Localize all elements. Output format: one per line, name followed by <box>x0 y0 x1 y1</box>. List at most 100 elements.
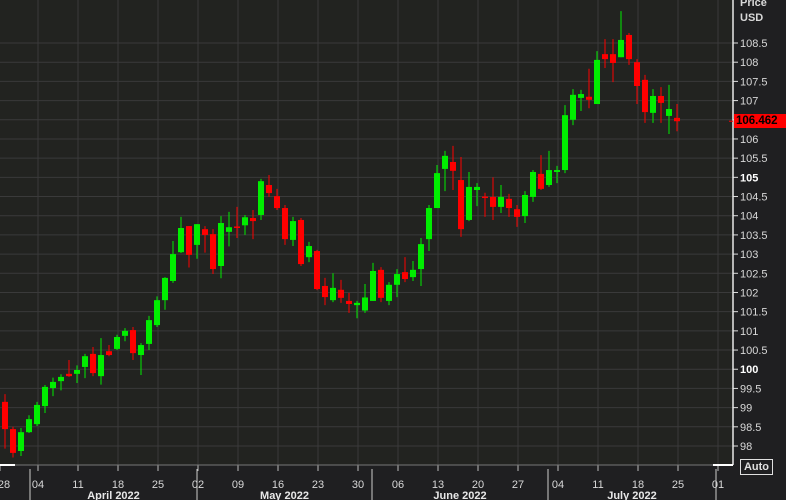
candle-body <box>386 284 392 301</box>
candle-body <box>90 353 96 374</box>
y-tick-label: 103 <box>740 249 758 261</box>
candle-body <box>370 270 376 301</box>
y-tick-label: 98.5 <box>740 422 761 434</box>
candle-body <box>442 155 448 169</box>
candle-body <box>122 330 128 336</box>
y-tick-label: 108 <box>740 57 758 69</box>
candle-body <box>330 287 336 301</box>
candle-body <box>322 285 328 298</box>
candle-body <box>226 227 232 232</box>
y-tick-label: 107.5 <box>740 76 768 88</box>
candle-body <box>10 429 16 453</box>
candle-body <box>378 269 384 298</box>
y-tick-label: 101 <box>740 326 758 338</box>
candle-up <box>114 334 120 351</box>
candle-body <box>554 170 560 172</box>
last-price-tag: 106.462 <box>734 114 786 128</box>
candle-body <box>562 115 568 171</box>
x-tick-label: 04 <box>32 479 44 491</box>
candle-body <box>594 59 600 105</box>
candle-body <box>658 95 664 103</box>
candle-body <box>146 320 152 344</box>
candle-body <box>674 117 680 122</box>
candle-down <box>282 204 288 245</box>
candle-body <box>514 209 520 217</box>
candle-body <box>26 419 32 433</box>
candle-down <box>298 218 304 266</box>
x-tick-label: 04 <box>552 479 564 491</box>
candle-body <box>114 337 120 349</box>
x-tick-label: 01 <box>712 479 724 491</box>
y-tick-label: 99.5 <box>740 383 761 395</box>
candle-body <box>522 194 528 217</box>
candle-body <box>610 54 616 63</box>
candle-body <box>202 229 208 235</box>
candle-body <box>354 302 360 306</box>
y-tick-label: 100.5 <box>740 345 768 357</box>
axis-title-line2: USD <box>740 12 764 24</box>
candle-body <box>154 300 160 326</box>
y-tick-label: 106 <box>740 134 758 146</box>
candle-body <box>666 109 672 116</box>
candle-body <box>66 373 72 377</box>
price-axis-title: Price USD <box>740 0 767 26</box>
candle-body <box>130 330 136 354</box>
x-tick-label: 09 <box>232 479 244 491</box>
candle-body <box>306 246 312 258</box>
candle-body <box>282 208 288 240</box>
y-tick-label: 104.5 <box>740 192 768 204</box>
y-tick-label: 102 <box>740 287 758 299</box>
candle-body <box>402 272 408 280</box>
candle-body <box>162 277 168 301</box>
candle-body <box>618 39 624 58</box>
candle-body <box>138 345 144 356</box>
candle-body <box>634 62 640 86</box>
y-tick-label: 101.5 <box>740 307 768 319</box>
candle-body <box>2 401 8 430</box>
y-tick-label: 108.5 <box>740 38 768 50</box>
candle-body <box>242 217 248 226</box>
candle-body <box>458 180 464 230</box>
y-tick-label: 107 <box>740 96 758 108</box>
candle-body <box>546 170 552 186</box>
candle-body <box>642 79 648 113</box>
candle-body <box>418 244 424 270</box>
candle-body <box>170 254 176 281</box>
candle-body <box>506 198 512 209</box>
month-label: April 2022 <box>87 490 140 500</box>
candle-body <box>106 351 112 356</box>
y-tick-label: 105 <box>740 172 758 184</box>
candle-body <box>538 173 544 189</box>
candle-body <box>650 95 656 113</box>
candle-body <box>450 161 456 171</box>
y-tick-label: 100 <box>740 364 758 376</box>
x-tick-label: 02 <box>192 479 204 491</box>
candle-up <box>562 105 568 174</box>
x-tick-label: 25 <box>152 479 164 491</box>
x-tick-label: 23 <box>312 479 324 491</box>
candle-body <box>50 381 56 389</box>
candle-body <box>346 300 352 304</box>
x-tick-label: 06 <box>392 479 404 491</box>
auto-scale-button[interactable]: Auto <box>740 459 773 475</box>
candle-body <box>98 355 104 377</box>
month-label: May 2022 <box>260 490 309 500</box>
x-tick-label: 11 <box>72 479 83 491</box>
candle-body <box>218 223 224 266</box>
candle-body <box>42 386 48 407</box>
axis-title-line1: Price <box>740 0 767 9</box>
candle-down <box>378 267 384 303</box>
candle-body <box>490 196 496 207</box>
candle-body <box>18 432 24 451</box>
candle-up <box>34 401 40 427</box>
y-tick-label: 104 <box>740 211 758 223</box>
candle-body <box>474 186 480 191</box>
candle-body <box>298 219 304 265</box>
x-tick-label: 30 <box>352 479 364 491</box>
plot-background <box>0 0 733 465</box>
candle-body <box>466 186 472 220</box>
candle-body <box>434 173 440 209</box>
candle-body <box>82 356 88 367</box>
candle-body <box>394 274 400 285</box>
candle-body <box>290 221 296 240</box>
